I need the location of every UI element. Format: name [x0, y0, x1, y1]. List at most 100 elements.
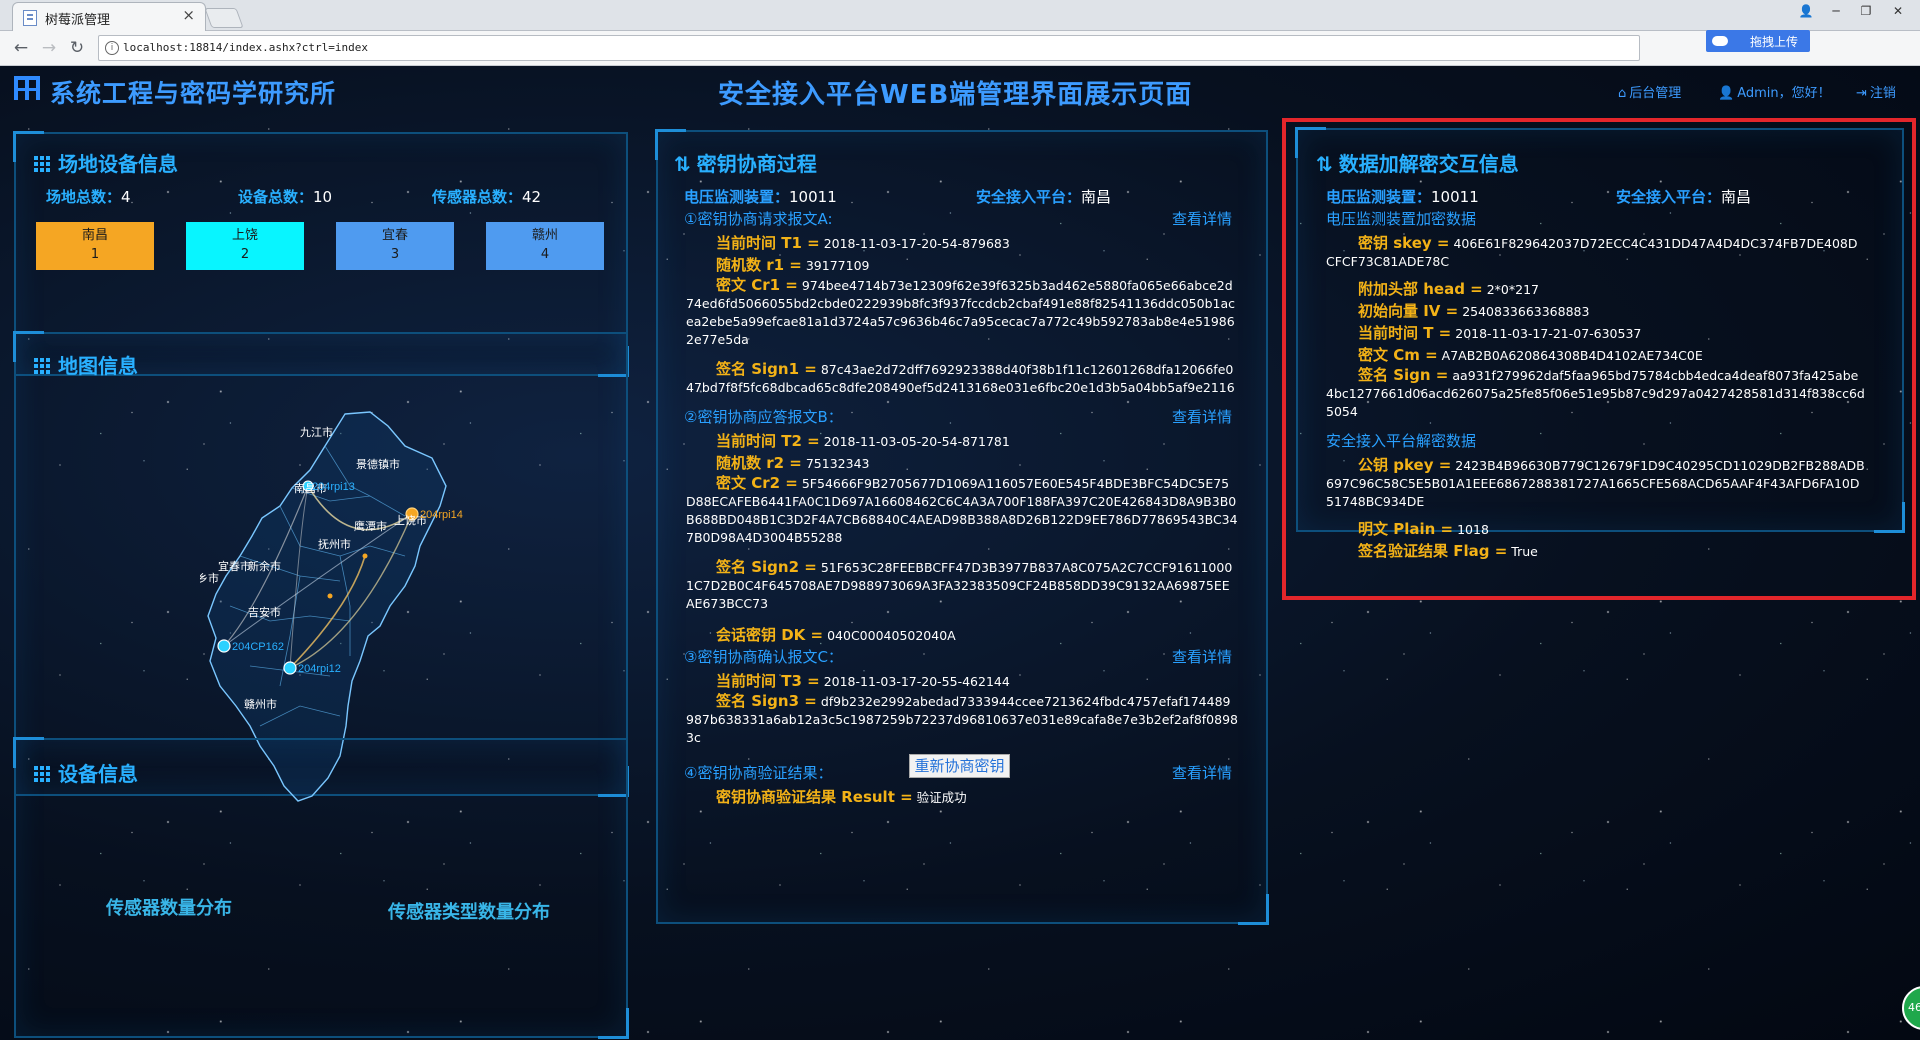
meta-label: 电压监测装置：: [684, 188, 790, 206]
crypto-title: ⇅ 数据加解密交互信息: [1316, 148, 1519, 177]
city-button-ganzhou[interactable]: 赣州 4: [486, 222, 604, 270]
map-node-marker[interactable]: [283, 661, 297, 675]
device-panel-title: 设备信息: [34, 758, 138, 787]
encrypt-section-title: 电压监测装置加密数据: [1326, 210, 1477, 228]
user-profile-icon[interactable]: 👤: [1792, 0, 1820, 22]
pkey-block: 公钥 pkey = 2423B4B96630B779C12679F1D9C4029…: [1326, 456, 1866, 511]
view-details-a-link[interactable]: 查看详情: [1172, 208, 1232, 229]
cm-row: 密文 Cm = A7AB2B0A620864308B4D4102AE734C0E: [1358, 344, 1703, 365]
grid-icon: [34, 156, 50, 172]
logout-icon: ⇥: [1856, 86, 1867, 101]
device-panel-title-text: 设备信息: [58, 762, 138, 786]
page-content: 系统工程与密码学研究所 安全接入平台WEB端管理界面展示页面 ⌂ 后台管理 👤 Ad…: [0, 66, 1920, 1040]
upload-extension-button[interactable]: 拖拽上传: [1706, 30, 1810, 52]
head-row: 附加头部 head = 2*0*217: [1358, 278, 1539, 299]
admin-link-label: 后台管理: [1629, 86, 1682, 101]
sensor-type-chart-title: 传感器类型数量分布: [388, 902, 550, 923]
section-request-a: ①密钥协商请求报文A:: [684, 210, 833, 228]
field-label: 签名 Sign2 =: [716, 558, 817, 576]
grid-icon: [34, 358, 50, 374]
map-node-label: 204rpi12: [298, 663, 341, 675]
field-label: 密钥 skey =: [1358, 234, 1450, 252]
decrypt-section-title: 安全接入平台解密数据: [1326, 432, 1477, 450]
flag-row: 签名验证结果 Flag = True: [1358, 540, 1538, 561]
city-button-yichun[interactable]: 宜春 3: [336, 222, 454, 270]
renegotiate-key-button[interactable]: 重新协商密钥: [909, 754, 1010, 778]
sign1-block: 签名 Sign1 = 87c43ae2d72dff7692923388d40f38…: [686, 360, 1238, 397]
section-verify-result: ④密钥协商验证结果：: [684, 764, 833, 782]
close-window-icon[interactable]: ✕: [1884, 0, 1912, 22]
r2-row: 随机数 r2 = 75132343: [716, 452, 869, 473]
field-label: 密文 Cr2 =: [716, 474, 798, 492]
city-count: 2: [240, 247, 250, 262]
map-city-label: 萍乡市: [200, 571, 219, 585]
browser-tab-bar: 树莓派管理 × 👤 ─ ❐ ✕: [0, 0, 1920, 31]
stat-value: 42: [522, 188, 542, 206]
device-label: 电压监测装置：10011: [684, 186, 837, 207]
view-details-c-link[interactable]: 查看详情: [1172, 646, 1232, 667]
site-panel-title-text: 场地设备信息: [58, 152, 178, 176]
field-label: 密文 Cm =: [1358, 346, 1438, 364]
cr1-block: 密文 Cr1 = 974bee4714b73e12309f62e39f6325b3…: [686, 276, 1238, 349]
admin-link[interactable]: ⌂ 后台管理: [1618, 82, 1681, 101]
map-node-marker[interactable]: [217, 639, 231, 653]
meta-label: 安全接入平台：: [976, 188, 1082, 206]
reload-icon[interactable]: ↻: [66, 37, 88, 59]
city-name: 南昌: [81, 228, 108, 243]
back-icon[interactable]: ←: [10, 37, 32, 59]
crypto-platform-label: 安全接入平台：南昌: [1616, 186, 1751, 207]
field-label: 当前时间 T3 =: [716, 672, 820, 690]
map-city-label: 景德镇市: [356, 457, 400, 471]
time-row: 当前时间 T = 2018-11-03-17-21-07-630537: [1358, 322, 1641, 343]
meta-label: 电压监测装置：: [1326, 188, 1432, 206]
close-tab-icon[interactable]: ×: [182, 6, 195, 24]
view-details-d-link[interactable]: 查看详情: [1172, 762, 1232, 783]
meta-value: 南昌: [1721, 188, 1752, 206]
meta-value: 10011: [1431, 188, 1479, 206]
field-label: 明文 Plain =: [1358, 520, 1454, 538]
field-label: 初始向量 IV =: [1358, 302, 1459, 320]
url-input[interactable]: i localhost:18814/index.ashx?ctrl=index: [98, 35, 1640, 61]
field-value: True: [1511, 544, 1538, 559]
map-city-label: 宜春市: [218, 559, 251, 573]
field-label: 签名 Sign =: [1358, 366, 1449, 384]
field-value: 2018-11-03-17-20-54-879683: [823, 236, 1010, 251]
skey-block: 密钥 skey = 406E61F829642037D72ECC4C431DD47…: [1326, 234, 1866, 271]
site-info-icon[interactable]: i: [105, 41, 119, 55]
org-title: 系统工程与密码学研究所: [50, 79, 337, 108]
map-node-label: 204CP162: [232, 641, 284, 653]
field-value: A7AB2B0A620864308B4D4102AE734C0E: [1441, 348, 1703, 363]
map-panel-title: 地图信息: [34, 350, 138, 379]
url-text: localhost:18814/index.ashx?ctrl=index: [123, 41, 369, 54]
city-button-shangrao[interactable]: 上饶 2: [186, 222, 304, 270]
t3-row: 当前时间 T3 = 2018-11-03-17-20-55-462144: [716, 670, 1010, 691]
user-greeting-link[interactable]: 👤 Admin，您好！: [1718, 82, 1831, 101]
city-button-nanchang[interactable]: 南昌 1: [36, 222, 154, 270]
field-label: 当前时间 T =: [1358, 324, 1452, 342]
map-city-label: 赣州市: [244, 697, 277, 711]
field-value: 2*0*217: [1486, 282, 1539, 297]
field-label: 会话密钥 DK =: [716, 626, 824, 644]
map-node-label: 204rpi13: [312, 481, 355, 493]
map-flow-dot: [362, 553, 368, 559]
view-details-b-link[interactable]: 查看详情: [1172, 406, 1232, 427]
field-value: 75132343: [805, 456, 870, 471]
logout-link[interactable]: ⇥ 注销: [1856, 82, 1896, 101]
minimize-window-icon[interactable]: ─: [1822, 0, 1850, 22]
site-count-stat: 场地总数：4: [46, 186, 131, 207]
stat-label: 设备总数：: [238, 188, 314, 206]
upload-extension-label: 拖拽上传: [1750, 35, 1799, 49]
field-value: 1018: [1457, 522, 1489, 537]
home-icon: ⌂: [1618, 86, 1627, 101]
browser-tab[interactable]: 树莓派管理 ×: [12, 2, 206, 31]
cr2-block: 密文 Cr2 = 5F54666F9B2705677D1069A116057E60…: [686, 474, 1238, 547]
sign3-block: 签名 Sign3 = df9b232e2992abedad7333944ccee7…: [686, 692, 1238, 747]
tab-title: 树莓派管理: [45, 13, 111, 28]
field-value: 2018-11-03-05-20-54-871781: [823, 434, 1010, 449]
map-city-label: 鹰潭市: [354, 519, 387, 533]
restore-window-icon[interactable]: ❐: [1852, 0, 1880, 22]
new-tab-button[interactable]: [204, 8, 244, 28]
field-label: 随机数 r1 =: [716, 256, 802, 274]
forward-icon[interactable]: →: [38, 37, 60, 59]
city-name: 宜春: [381, 228, 408, 243]
